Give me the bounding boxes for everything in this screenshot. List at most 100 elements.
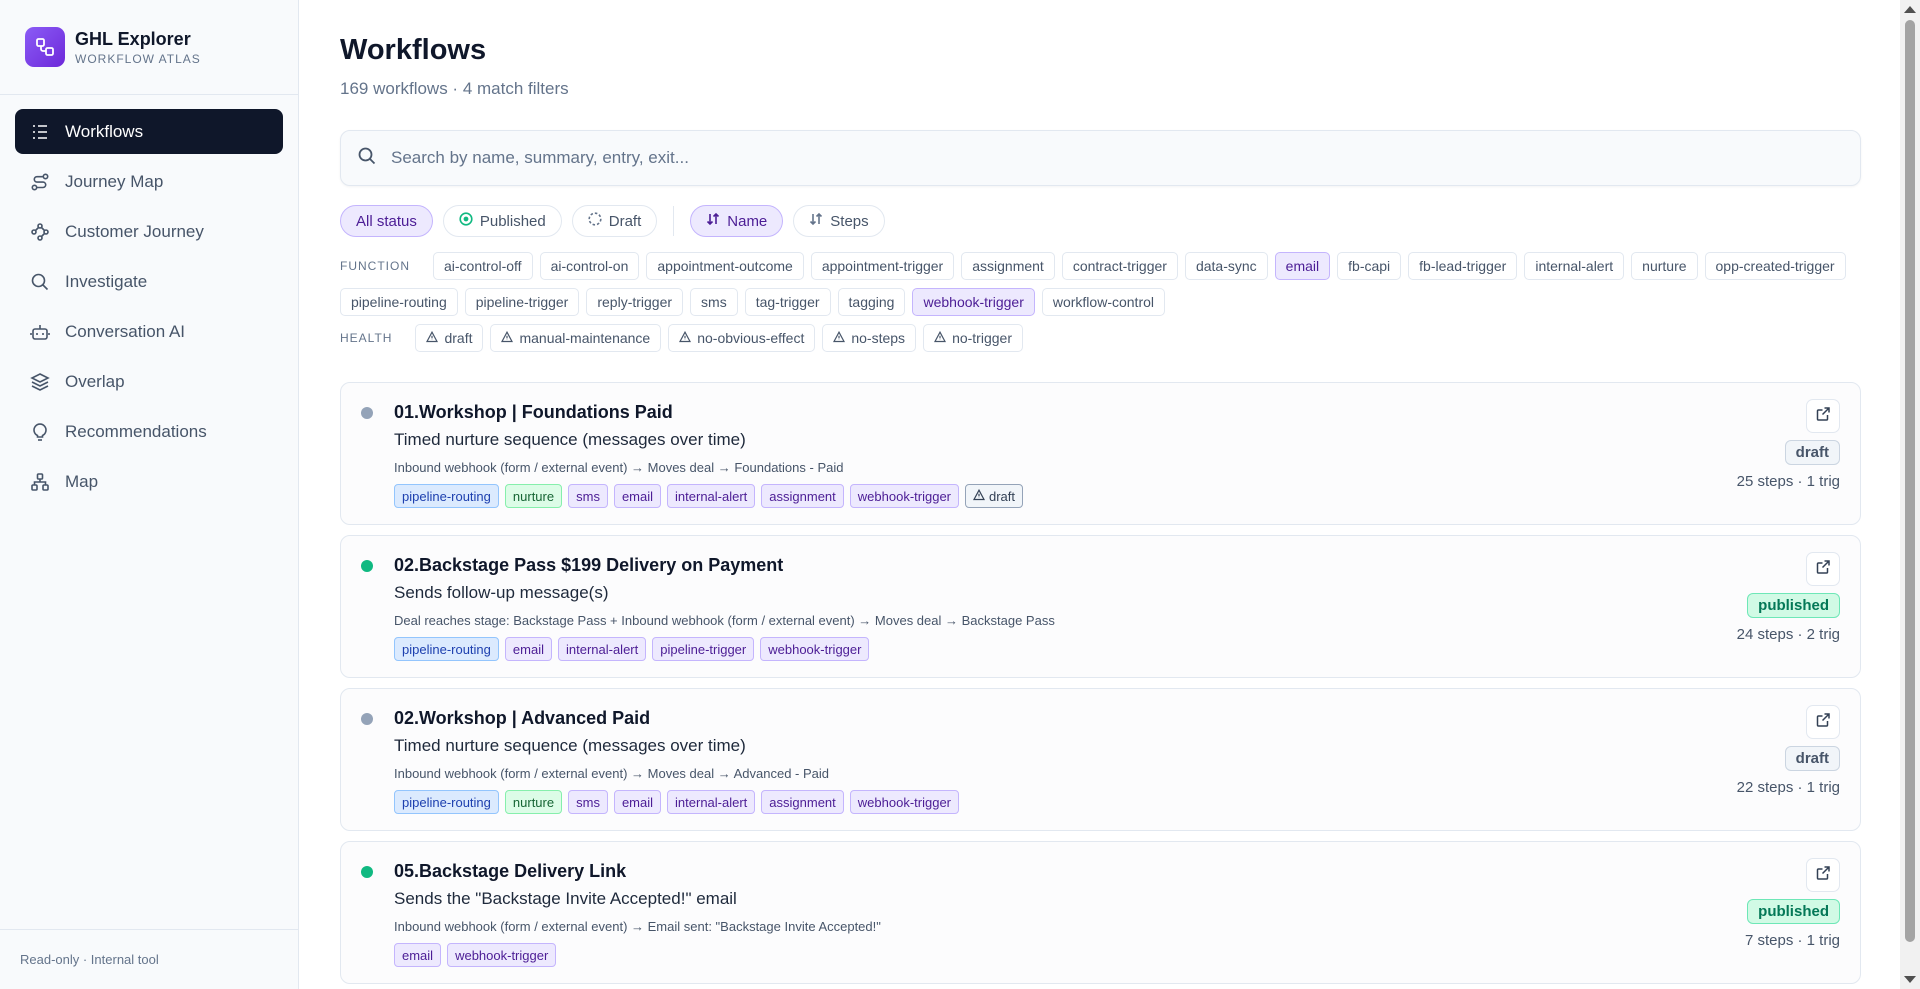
tag-webhook-trigger: webhook-trigger [849, 484, 959, 508]
function-chip-opp-created-trigger[interactable]: opp-created-trigger [1704, 252, 1846, 280]
workflow-title[interactable]: 02.Workshop | Advanced Paid [394, 708, 650, 729]
tag-label: pipeline-trigger [660, 641, 747, 657]
function-chip-ai-control-on[interactable]: ai-control-on [539, 252, 640, 280]
workflow-flow: Deal reaches stage: Backstage Pass + Inb… [394, 613, 1055, 628]
workflow-meta: 22 steps · 1 trig [1736, 779, 1840, 796]
tag-webhook-trigger: webhook-trigger [760, 637, 870, 661]
tag-label: assignment [769, 794, 836, 810]
sidebar-nav: Workflows Journey Map Customer Journey Inve… [0, 95, 298, 523]
network-icon [30, 472, 50, 492]
warning-icon [972, 488, 986, 504]
function-chip-internal-alert[interactable]: internal-alert [1524, 252, 1625, 280]
workflow-meta: 24 steps · 2 trig [1736, 626, 1840, 643]
status-all-pill[interactable]: All status [340, 205, 433, 237]
open-external-button[interactable] [1806, 399, 1840, 433]
tag-email: email [613, 484, 662, 508]
workflow-meta: 25 steps · 1 trig [1736, 473, 1840, 490]
open-external-button[interactable] [1806, 858, 1840, 892]
sidebar-item-workflows[interactable]: Workflows [15, 109, 283, 154]
function-chip-tag-trigger[interactable]: tag-trigger [744, 288, 831, 316]
tag-email: email [613, 790, 662, 814]
sidebar-item-customer-journey[interactable]: Customer Journey [15, 209, 283, 254]
workflow-card[interactable]: 02.Workshop | Advanced Paid Timed nurture… [340, 688, 1861, 831]
function-chip-email[interactable]: email [1274, 252, 1331, 280]
status-dot [361, 866, 373, 878]
workflow-card[interactable]: 01.Workshop | Foundations Paid Timed nurt… [340, 382, 1861, 525]
health-chip-draft[interactable]: draft [415, 324, 484, 352]
function-chip-assignment[interactable]: assignment [961, 252, 1055, 280]
external-link-icon [1815, 559, 1831, 580]
open-external-button[interactable] [1806, 705, 1840, 739]
pill-label: Draft [608, 212, 642, 230]
status-badge: published [1747, 593, 1840, 618]
workflow-title[interactable]: 01.Workshop | Foundations Paid [394, 402, 673, 423]
status-badge: draft [1784, 746, 1840, 771]
workflow-meta: 7 steps · 1 trig [1744, 932, 1840, 949]
tag-label: draft [989, 488, 1016, 504]
function-chip-data-sync[interactable]: data-sync [1184, 252, 1268, 280]
workflow-title[interactable]: 05.Backstage Delivery Link [394, 861, 626, 882]
health-filter-row: HEALTH draft manual-maintenance no-obvious… [340, 324, 1870, 352]
search-input[interactable] [391, 148, 1791, 168]
function-chip-tagging[interactable]: tagging [837, 288, 906, 316]
function-chip-ai-control-off[interactable]: ai-control-off [433, 252, 533, 280]
health-chip-no-obvious-effect[interactable]: no-obvious-effect [668, 324, 816, 352]
workflow-tags: email webhook-trigger [394, 943, 557, 967]
sidebar-item-conversation-ai[interactable]: Conversation AI [15, 309, 283, 354]
brand: GHL Explorer WORKFLOW ATLAS [0, 0, 298, 95]
workflow-card[interactable]: 02.Backstage Pass $199 Delivery on Payme… [340, 535, 1861, 678]
tag-sms: sms [568, 790, 608, 814]
tag-label: webhook-trigger [768, 641, 862, 657]
workflow-tags: pipeline-routing nurture sms email internal-… [394, 790, 959, 814]
warning-icon [934, 330, 947, 346]
workflow-title[interactable]: 02.Backstage Pass $199 Delivery on Payme… [394, 555, 783, 576]
sidebar-item-label: Conversation AI [65, 321, 186, 341]
sort-name-pill[interactable]: Name [690, 205, 784, 237]
health-chip-no-steps[interactable]: no-steps [822, 324, 917, 352]
function-chip-contract-trigger[interactable]: contract-trigger [1061, 252, 1178, 280]
health-chip-no-trigger[interactable]: no-trigger [923, 324, 1023, 352]
function-chip-pipeline-routing[interactable]: pipeline-routing [340, 288, 458, 316]
function-chip-appointment-outcome[interactable]: appointment-outcome [646, 252, 804, 280]
scroll-up-icon[interactable] [1904, 6, 1916, 13]
page-title: Workflows [340, 34, 487, 66]
external-link-icon [1815, 712, 1831, 733]
main-content: Workflows 169 workflows · 4 match filter… [300, 0, 1900, 989]
function-chip-nurture[interactable]: nurture [1631, 252, 1698, 280]
status-draft-pill[interactable]: Draft [571, 205, 658, 237]
function-chip-webhook-trigger[interactable]: webhook-trigger [912, 288, 1035, 316]
status-published-pill[interactable]: Published [442, 205, 562, 237]
tag-label: email [402, 947, 434, 963]
chip-label: no-trigger [952, 330, 1012, 346]
tag-label: email [621, 488, 654, 504]
search-box [340, 130, 1861, 186]
filter-chips: FUNCTION ai-control-off ai-control-on appo… [340, 252, 1870, 352]
open-external-button[interactable] [1806, 552, 1840, 586]
scrollbar[interactable] [1900, 0, 1920, 989]
sidebar-item-journey-map[interactable]: Journey Map [15, 159, 283, 204]
search-icon [357, 146, 377, 171]
tag-sms: sms [568, 484, 608, 508]
function-chip-sms[interactable]: sms [690, 288, 738, 316]
function-chip-workflow-control[interactable]: workflow-control [1041, 288, 1165, 316]
tag-label: pipeline-routing [402, 488, 491, 504]
function-chip-reply-trigger[interactable]: reply-trigger [586, 288, 684, 316]
sidebar-item-recommendations[interactable]: Recommendations [15, 409, 283, 454]
function-chip-fb-capi[interactable]: fb-capi [1337, 252, 1402, 280]
scroll-thumb[interactable] [1905, 20, 1915, 942]
workflow-card[interactable]: 05.Backstage Delivery Link Sends the "Bac… [340, 841, 1861, 984]
tag-label: assignment [769, 488, 836, 504]
tag-webhook-trigger: webhook-trigger [849, 790, 959, 814]
tag-draft: draft [965, 484, 1024, 508]
sidebar-item-overlap[interactable]: Overlap [15, 359, 283, 404]
tag-internal-alert: internal-alert [667, 484, 756, 508]
health-chip-manual-maintenance[interactable]: manual-maintenance [490, 324, 662, 352]
sidebar-item-map[interactable]: Map [15, 459, 283, 504]
function-chip-appointment-trigger[interactable]: appointment-trigger [810, 252, 955, 280]
tag-pipeline-routing: pipeline-routing [394, 790, 499, 814]
scroll-down-icon[interactable] [1904, 976, 1916, 983]
sidebar-item-investigate[interactable]: Investigate [15, 259, 283, 304]
function-chip-fb-lead-trigger[interactable]: fb-lead-trigger [1408, 252, 1518, 280]
function-chip-pipeline-trigger[interactable]: pipeline-trigger [464, 288, 580, 316]
sort-steps-pill[interactable]: Steps [793, 205, 885, 237]
